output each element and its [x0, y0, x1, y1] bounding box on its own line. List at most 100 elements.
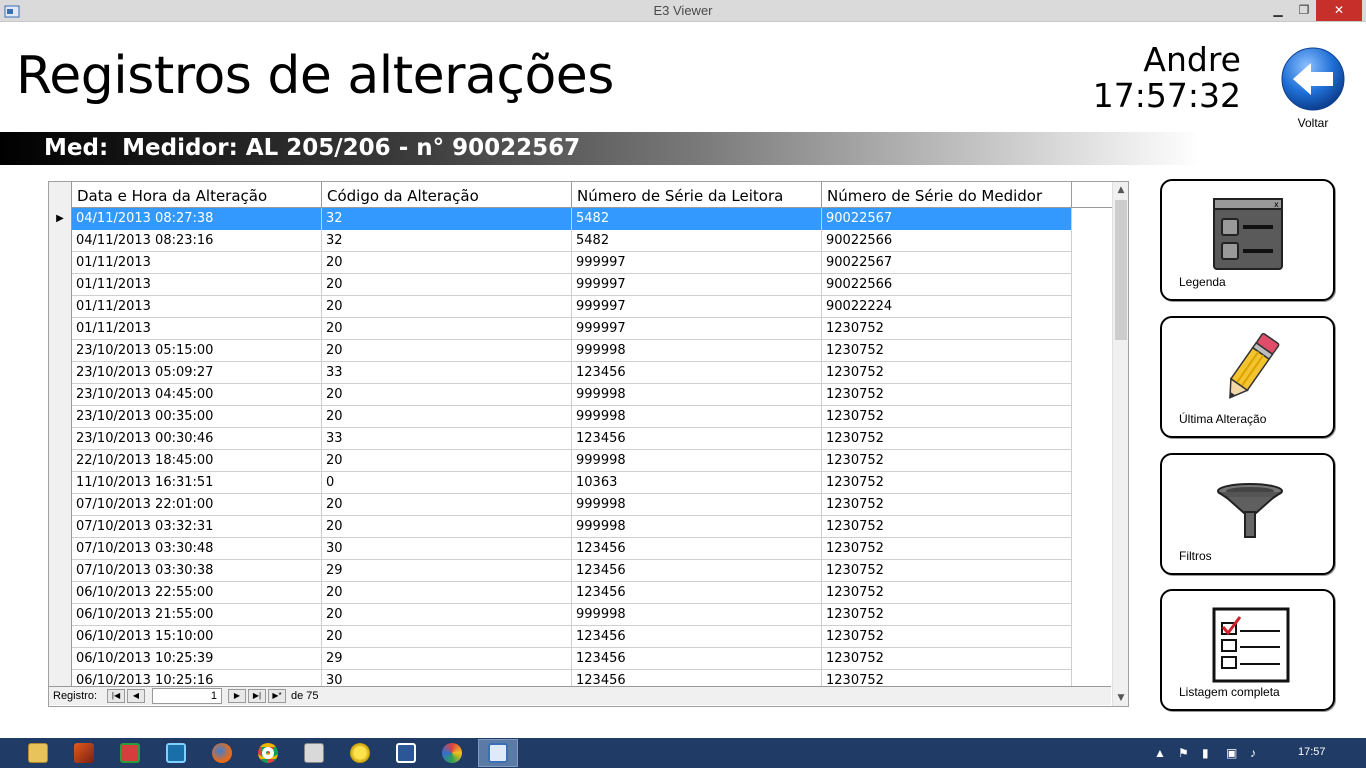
cell-meter-serial[interactable]: 1230752 [822, 450, 1072, 472]
cell-change-code[interactable]: 20 [322, 340, 572, 362]
cell-change-code[interactable]: 33 [322, 428, 572, 450]
cell-change-code[interactable]: 20 [322, 384, 572, 406]
scroll-thumb[interactable] [1115, 200, 1127, 340]
column-header-meter-serial[interactable]: Número de Série do Medidor [822, 182, 1072, 208]
row-selector[interactable] [49, 516, 72, 538]
row-selector[interactable] [49, 406, 72, 428]
taskbar-matlab[interactable] [64, 739, 104, 767]
cell-change-code[interactable]: 0 [322, 472, 572, 494]
row-selector[interactable] [49, 626, 72, 648]
full-listing-button[interactable]: Listagem completa [1160, 589, 1335, 711]
table-row[interactable]: 06/10/2013 21:55:00 20 999998 1230752 [49, 604, 1072, 626]
cell-meter-serial[interactable]: 1230752 [822, 494, 1072, 516]
cell-meter-serial[interactable]: 1230752 [822, 604, 1072, 626]
cell-datetime[interactable]: 06/10/2013 15:10:00 [72, 626, 322, 648]
cell-reader-serial[interactable]: 10363 [572, 472, 822, 494]
new-record-button[interactable]: ▶* [268, 689, 286, 703]
table-row[interactable]: 01/11/2013 20 999997 90022224 [49, 296, 1072, 318]
row-selector[interactable] [49, 252, 72, 274]
table-row[interactable]: 07/10/2013 03:32:31 20 999998 1230752 [49, 516, 1072, 538]
scroll-down-icon[interactable]: ▼ [1113, 690, 1128, 706]
column-header-change-code[interactable]: Código da Alteração [322, 182, 572, 208]
prev-record-button[interactable]: ◀ [127, 689, 145, 703]
taskbar-chrome[interactable] [248, 739, 288, 767]
cell-datetime[interactable]: 07/10/2013 03:32:31 [72, 516, 322, 538]
cell-datetime[interactable]: 01/11/2013 [72, 274, 322, 296]
table-row[interactable]: 23/10/2013 05:15:00 20 999998 1230752 [49, 340, 1072, 362]
volume-icon[interactable]: ♪ [1250, 746, 1256, 760]
close-button[interactable]: ✕ [1316, 0, 1362, 21]
column-header-datetime[interactable]: Data e Hora da Alteração [72, 182, 322, 208]
row-selector[interactable] [49, 450, 72, 472]
cell-meter-serial[interactable]: 90022566 [822, 274, 1072, 296]
row-selector[interactable] [49, 560, 72, 582]
cell-change-code[interactable]: 30 [322, 538, 572, 560]
table-row[interactable]: 07/10/2013 03:30:38 29 123456 1230752 [49, 560, 1072, 582]
row-selector[interactable] [49, 362, 72, 384]
back-button[interactable]: Voltar [1278, 46, 1348, 130]
cell-reader-serial[interactable]: 999998 [572, 494, 822, 516]
cell-change-code[interactable]: 20 [322, 604, 572, 626]
taskbar-firefox[interactable] [202, 739, 242, 767]
cell-meter-serial[interactable]: 90022224 [822, 296, 1072, 318]
table-row[interactable]: 06/10/2013 10:25:39 29 123456 1230752 [49, 648, 1072, 670]
table-row[interactable]: ▶ 04/11/2013 08:27:38 32 5482 90022567 [49, 208, 1072, 230]
cell-datetime[interactable]: 22/10/2013 18:45:00 [72, 450, 322, 472]
cell-datetime[interactable]: 04/11/2013 08:23:16 [72, 230, 322, 252]
cell-datetime[interactable]: 23/10/2013 00:30:46 [72, 428, 322, 450]
table-row[interactable]: 22/10/2013 18:45:00 20 999998 1230752 [49, 450, 1072, 472]
table-row[interactable]: 06/10/2013 22:55:00 20 123456 1230752 [49, 582, 1072, 604]
table-row[interactable]: 23/10/2013 04:45:00 20 999998 1230752 [49, 384, 1072, 406]
cell-meter-serial[interactable]: 1230752 [822, 582, 1072, 604]
cell-reader-serial[interactable]: 999998 [572, 406, 822, 428]
taskbar-sun-app[interactable] [340, 739, 380, 767]
cell-meter-serial[interactable]: 90022567 [822, 208, 1072, 230]
cell-reader-serial[interactable]: 999998 [572, 384, 822, 406]
cell-reader-serial[interactable]: 123456 [572, 538, 822, 560]
battery-icon[interactable]: ▮ [1202, 746, 1209, 760]
cell-reader-serial[interactable]: 123456 [572, 582, 822, 604]
row-selector[interactable] [49, 670, 72, 686]
cell-reader-serial[interactable]: 999998 [572, 604, 822, 626]
cell-reader-serial[interactable]: 999997 [572, 274, 822, 296]
cell-meter-serial[interactable]: 1230752 [822, 340, 1072, 362]
action-center-flag-icon[interactable]: ⚑ [1178, 746, 1189, 760]
maximize-button[interactable]: ❐ [1290, 0, 1318, 21]
cell-meter-serial[interactable]: 90022567 [822, 252, 1072, 274]
row-selector[interactable] [49, 648, 72, 670]
table-row[interactable]: 11/10/2013 16:31:51 0 10363 1230752 [49, 472, 1072, 494]
cell-change-code[interactable]: 20 [322, 296, 572, 318]
records-grid[interactable]: Data e Hora da Alteração Código da Alter… [48, 181, 1129, 707]
row-selector[interactable] [49, 340, 72, 362]
cell-datetime[interactable]: 06/10/2013 10:25:16 [72, 670, 322, 686]
vertical-scrollbar[interactable]: ▲ ▼ [1112, 182, 1128, 706]
taskbar-app-window[interactable] [110, 739, 150, 767]
cell-reader-serial[interactable]: 5482 [572, 230, 822, 252]
cell-reader-serial[interactable]: 999998 [572, 516, 822, 538]
cell-change-code[interactable]: 20 [322, 252, 572, 274]
table-row[interactable]: 06/10/2013 10:25:16 30 123456 1230752 [49, 670, 1072, 686]
cell-change-code[interactable]: 20 [322, 626, 572, 648]
cell-datetime[interactable]: 01/11/2013 [72, 318, 322, 340]
cell-meter-serial[interactable]: 1230752 [822, 648, 1072, 670]
last-change-button[interactable]: Última Alteração [1160, 316, 1335, 438]
table-row[interactable]: 07/10/2013 03:30:48 30 123456 1230752 [49, 538, 1072, 560]
cell-change-code[interactable]: 20 [322, 274, 572, 296]
cell-change-code[interactable]: 20 [322, 450, 572, 472]
show-hidden-icons-icon[interactable]: ▲ [1154, 746, 1166, 760]
scroll-up-icon[interactable]: ▲ [1113, 182, 1128, 198]
row-selector[interactable]: ▶ [49, 208, 72, 230]
cell-reader-serial[interactable]: 123456 [572, 428, 822, 450]
cell-change-code[interactable]: 33 [322, 362, 572, 384]
row-selector[interactable] [49, 384, 72, 406]
cell-reader-serial[interactable]: 999997 [572, 252, 822, 274]
cell-meter-serial[interactable]: 1230752 [822, 516, 1072, 538]
cell-change-code[interactable]: 30 [322, 670, 572, 686]
cell-datetime[interactable]: 01/11/2013 [72, 296, 322, 318]
row-selector[interactable] [49, 582, 72, 604]
cell-datetime[interactable]: 07/10/2013 03:30:38 [72, 560, 322, 582]
cell-meter-serial[interactable]: 1230752 [822, 384, 1072, 406]
table-row[interactable]: 07/10/2013 22:01:00 20 999998 1230752 [49, 494, 1072, 516]
taskbar-e3-viewer[interactable] [478, 739, 518, 767]
table-row[interactable]: 04/11/2013 08:23:16 32 5482 90022566 [49, 230, 1072, 252]
